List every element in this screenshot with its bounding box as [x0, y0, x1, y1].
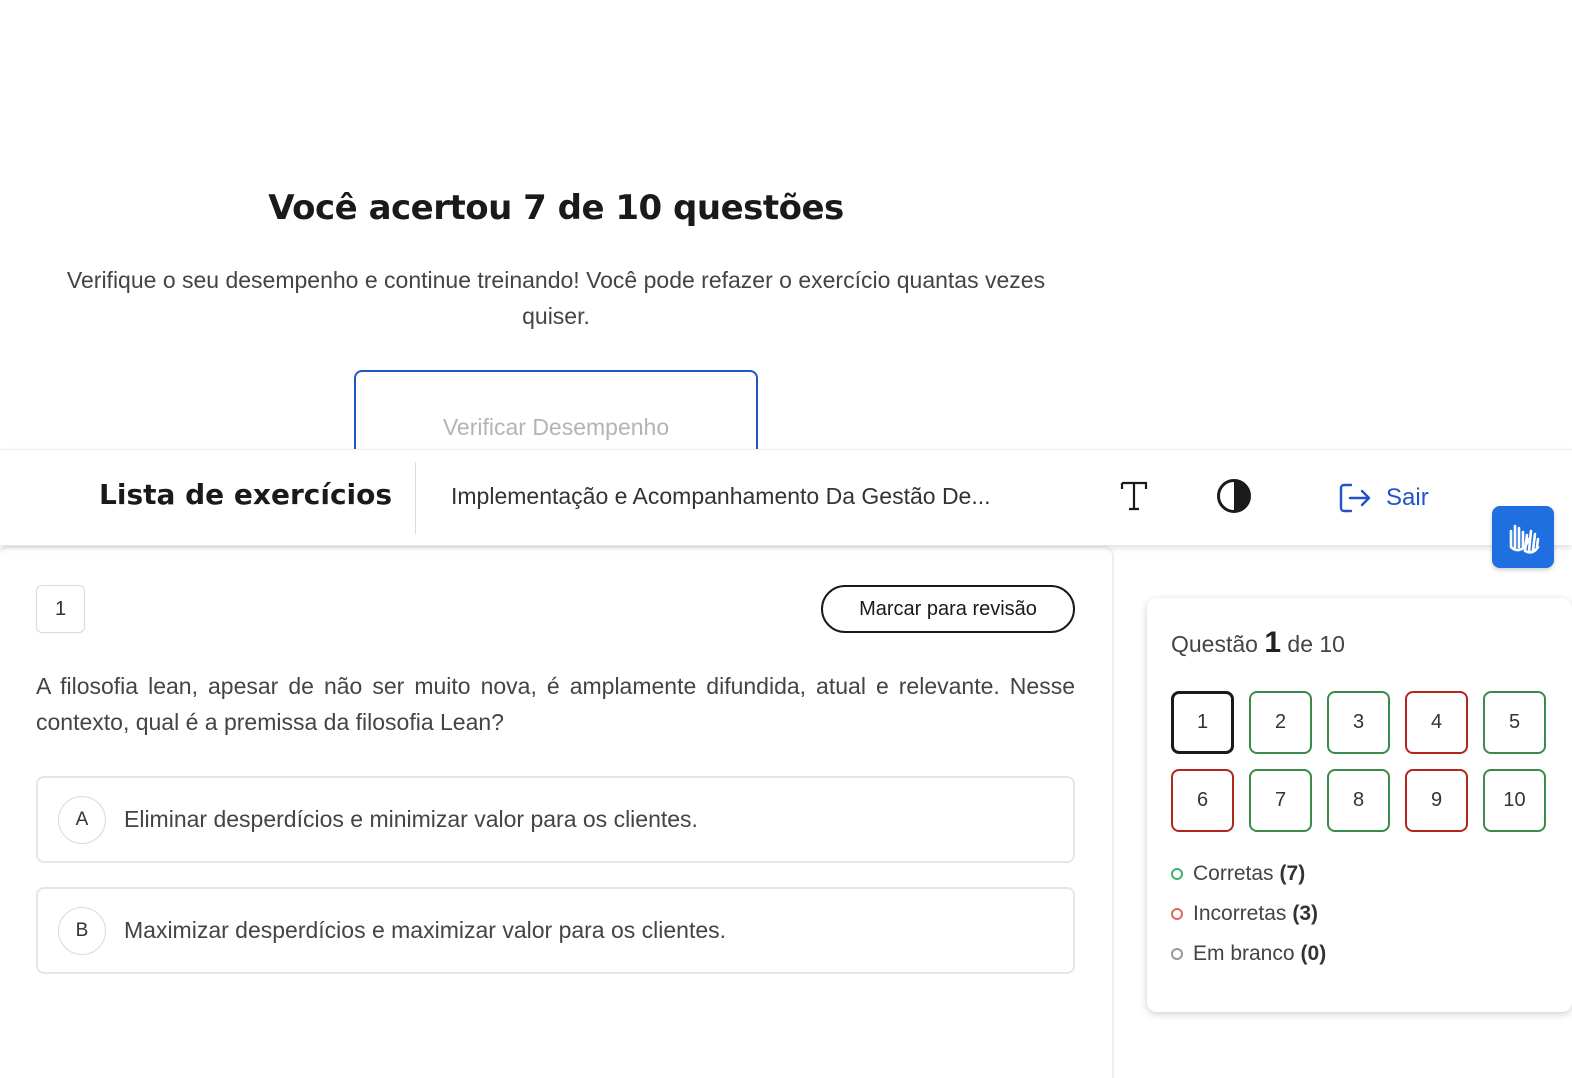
legend-count: (0) [1300, 942, 1327, 965]
exit-label: Sair [1386, 484, 1429, 511]
legend-label: Em branco [1193, 942, 1295, 965]
legend-label: Incorretas [1193, 902, 1287, 925]
exercise-header: Lista de exercícios Implementação e Acom… [0, 449, 1572, 545]
option-letter: B [58, 906, 106, 955]
navigator-header: Questão 1 de 10 [1171, 626, 1345, 660]
legend-dot-icon [1171, 948, 1183, 960]
result-banner: Você acertou 7 de 10 questões Verifique … [0, 0, 1112, 454]
question-number: 1 [36, 585, 85, 633]
option-text: Eliminar desperdícios e minimizar valor … [124, 806, 698, 832]
result-title: Você acertou 7 de 10 questões [268, 188, 844, 228]
question-cell-8[interactable]: 8 [1327, 769, 1390, 832]
status-legend: Corretas (7) Incorretas (3) Em branco (0… [1171, 854, 1326, 974]
text-size-icon [1120, 481, 1148, 511]
legend-count: (7) [1279, 862, 1306, 885]
contrast-button[interactable] [1214, 476, 1254, 516]
verify-performance-button[interactable]: Verificar Desempenho [354, 370, 758, 454]
text-size-button[interactable] [1114, 474, 1154, 518]
question-cell-3[interactable]: 3 [1327, 691, 1390, 754]
legend-dot-icon [1171, 868, 1183, 880]
legend-incorrect: Incorretas (3) [1171, 894, 1326, 934]
navigator-label-prefix: Questão [1171, 631, 1258, 657]
navigator-current: 1 [1264, 626, 1282, 659]
navigator-label-suffix: de 10 [1287, 631, 1345, 657]
legend-dot-icon [1171, 908, 1183, 920]
question-grid: 1 2 3 4 5 6 7 8 9 10 [1171, 691, 1546, 832]
sign-language-button[interactable] [1492, 506, 1554, 568]
header-divider [415, 462, 416, 534]
question-card: 1 Marcar para revisão A filosofia lean, … [0, 548, 1112, 1078]
question-cell-7[interactable]: 7 [1249, 769, 1312, 832]
course-title: Implementação e Acompanhamento Da Gestão… [451, 483, 991, 509]
exit-button[interactable]: Sair [1338, 478, 1429, 518]
mark-for-review-button[interactable]: Marcar para revisão [821, 585, 1075, 633]
option-text: Maximizar desperdícios e maximizar valor… [124, 917, 727, 943]
question-cell-2[interactable]: 2 [1249, 691, 1312, 754]
sign-language-hands-icon [1509, 524, 1540, 554]
question-cell-9[interactable]: 9 [1405, 769, 1468, 832]
question-cell-10[interactable]: 10 [1483, 769, 1546, 832]
legend-label: Corretas [1193, 862, 1274, 885]
logout-icon [1339, 483, 1371, 513]
result-subtitle: Verifique o seu desempenho e continue tr… [66, 267, 1046, 329]
legend-blank: Em branco (0) [1171, 934, 1326, 974]
question-cell-5[interactable]: 5 [1483, 691, 1546, 754]
legend-count: (3) [1292, 902, 1319, 925]
legend-correct: Corretas (7) [1171, 854, 1326, 894]
question-navigator: Questão 1 de 10 1 2 3 4 5 6 7 8 9 10 Cor… [1147, 598, 1572, 1012]
question-text: A filosofia lean, apesar de não ser muit… [36, 673, 1075, 735]
option-b[interactable]: B Maximizar desperdícios e maximizar val… [36, 887, 1075, 974]
option-a[interactable]: A Eliminar desperdícios e minimizar valo… [36, 776, 1075, 863]
question-cell-4[interactable]: 4 [1405, 691, 1468, 754]
question-cell-1[interactable]: 1 [1171, 691, 1234, 754]
question-cell-6[interactable]: 6 [1171, 769, 1234, 832]
contrast-icon [1217, 479, 1251, 513]
page-title: Lista de exercícios [99, 478, 393, 511]
option-letter: A [58, 795, 106, 844]
